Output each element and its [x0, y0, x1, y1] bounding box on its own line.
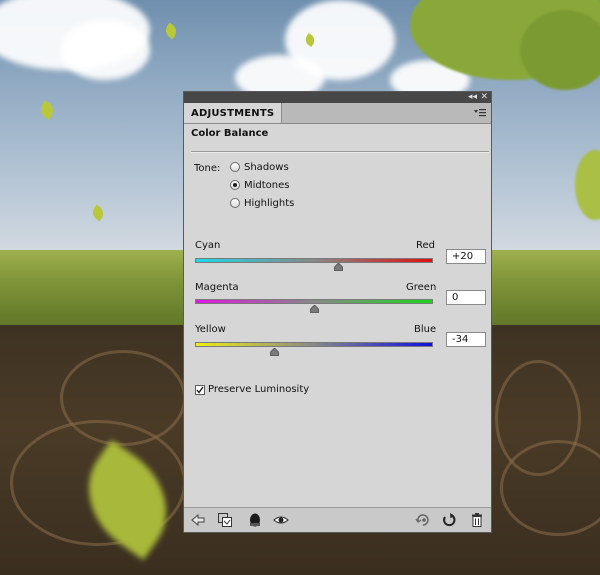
preserve-luminosity-checkbox[interactable]: [195, 384, 205, 395]
yellow-blue-slider-thumb[interactable]: [269, 347, 279, 356]
cloud: [60, 20, 150, 80]
back-arrow-icon[interactable]: [190, 512, 206, 528]
radio-button[interactable]: [230, 198, 240, 208]
trash-icon[interactable]: [469, 512, 485, 528]
panel-titlebar: ◂◂ ✕: [184, 92, 491, 103]
preserve-luminosity-label: Preserve Luminosity: [208, 384, 310, 395]
view-previous-state-icon[interactable]: [415, 512, 431, 528]
radio-label: Highlights: [244, 197, 295, 209]
radio-shadows[interactable]: Shadows: [230, 160, 289, 174]
slider-right-label: Blue: [414, 324, 437, 335]
reset-icon[interactable]: [441, 512, 457, 528]
radio-label: Midtones: [244, 179, 290, 191]
magenta-green-value-field[interactable]: 0: [446, 290, 486, 305]
layer-mask-icon[interactable]: [247, 512, 263, 528]
panel-bottom-toolbar: [184, 507, 491, 532]
slider-right-label: Red: [416, 240, 435, 251]
tree-canopy: [520, 10, 600, 90]
radio-midtones[interactable]: Midtones: [230, 178, 290, 192]
close-icon[interactable]: ✕: [480, 92, 488, 103]
yellow-blue-value-field[interactable]: -34: [446, 332, 486, 347]
collapse-icon[interactable]: ◂◂: [468, 92, 477, 103]
divider: [191, 151, 489, 153]
tab-adjustments[interactable]: ADJUSTMENTS: [184, 103, 283, 123]
slider-left-label: Yellow: [195, 324, 226, 335]
tone-label: Tone:: [194, 163, 221, 174]
slider-left-label: Magenta: [195, 282, 239, 293]
clip-to-layer-icon[interactable]: [217, 512, 233, 528]
yellow-blue-slider[interactable]: [195, 342, 433, 347]
radio-label: Shadows: [244, 161, 289, 173]
panel-menu-icon[interactable]: [474, 108, 486, 118]
cyan-red-slider-thumb[interactable]: [333, 262, 343, 271]
preserve-luminosity-option[interactable]: Preserve Luminosity: [195, 384, 309, 395]
cyan-red-value-field[interactable]: +20: [446, 249, 486, 264]
magenta-green-slider-thumb[interactable]: [310, 304, 319, 313]
slider-left-label: Cyan: [195, 240, 221, 251]
magenta-green-slider[interactable]: [195, 299, 433, 304]
radio-highlights[interactable]: Highlights: [230, 196, 294, 210]
panel-tabbar: ADJUSTMENTS: [184, 103, 491, 124]
panel-heading: Color Balance: [191, 128, 269, 139]
visibility-eye-icon[interactable]: [273, 512, 289, 528]
cyan-red-slider[interactable]: [195, 258, 433, 263]
radio-button[interactable]: [230, 162, 240, 172]
slider-right-label: Green: [406, 282, 437, 293]
radio-button[interactable]: [230, 180, 240, 190]
adjustments-panel: ◂◂ ✕ ADJUSTMENTS Color Balance Tone: Sha…: [183, 91, 492, 533]
